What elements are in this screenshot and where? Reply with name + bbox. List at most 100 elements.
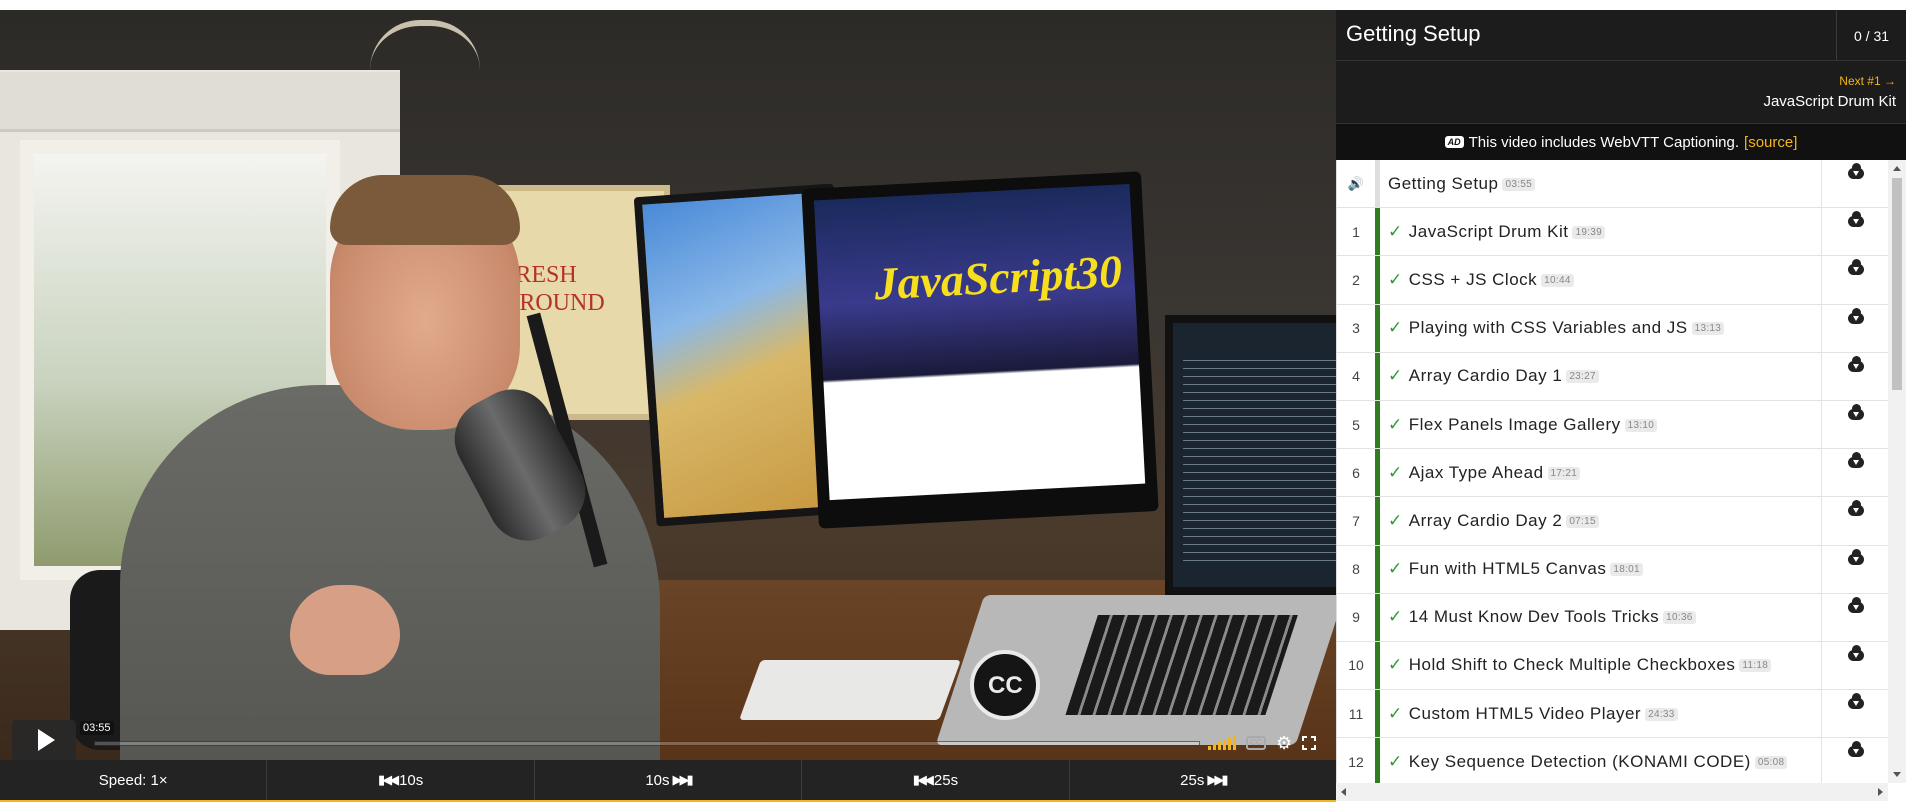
lesson-title-wrap: ✓ Hold Shift to Check Multiple Checkboxes…	[1388, 655, 1772, 675]
download-button[interactable]	[1821, 690, 1888, 738]
lesson-duration: 07:15	[1566, 514, 1599, 528]
lesson-item[interactable]: 3 ✓ Playing with CSS Variables and JS 13:13	[1337, 304, 1888, 353]
download-button[interactable]	[1821, 449, 1888, 497]
volume-icon[interactable]	[1208, 736, 1236, 750]
forward-25s-button[interactable]: 25s ▶▶▮	[1070, 760, 1336, 800]
lesson-item[interactable]: 8 ✓ Fun with HTML5 Canvas 18:01	[1337, 545, 1888, 594]
lesson-status-bar	[1375, 497, 1380, 545]
course-player-page: FRESH GROUND JavaScript30 CC 03:55 CC ⚙ …	[0, 0, 1906, 803]
lesson-duration: 13:13	[1691, 322, 1725, 336]
lesson-status-bar	[1375, 160, 1380, 208]
lesson-duration: 19:39	[1572, 225, 1605, 239]
lesson-duration: 23:27	[1566, 370, 1599, 384]
lesson-title-wrap: ✓ Key Sequence Detection (KONAMI CODE) 05:…	[1388, 752, 1788, 772]
lesson-item[interactable]: 6 ✓ Ajax Type Ahead 17:21	[1337, 449, 1888, 498]
lesson-title-wrap: ✓ JavaScript Drum Kit 19:39	[1388, 222, 1605, 242]
cloud-download-icon	[1847, 355, 1864, 372]
speed-button[interactable]: Speed: 1×	[0, 760, 268, 800]
scroll-up-icon[interactable]	[1893, 166, 1901, 171]
lesson-status-bar	[1375, 304, 1380, 352]
lesson-item[interactable]: 1 ✓ JavaScript Drum Kit 19:39	[1337, 208, 1888, 257]
checkmark-icon: ✓	[1388, 414, 1403, 434]
lesson-title-wrap: ✓ Custom HTML5 Video Player 24:33	[1388, 704, 1678, 724]
lesson-status-bar	[1375, 593, 1380, 641]
download-button[interactable]	[1821, 400, 1888, 449]
lesson-item[interactable]: 5 ✓ Flex Panels Image Gallery 13:10	[1337, 400, 1888, 450]
caption-source-link[interactable]: [source]	[1744, 134, 1797, 151]
video-scene-antlers	[370, 20, 480, 70]
scroll-right-icon[interactable]	[1878, 788, 1883, 796]
lesson-duration: 17:21	[1547, 466, 1581, 480]
download-button[interactable]	[1821, 738, 1888, 783]
lesson-title: Array Cardio Day 2	[1408, 510, 1563, 530]
lesson-number: 9	[1352, 609, 1360, 626]
download-button[interactable]	[1821, 352, 1888, 400]
rewind-10s-button[interactable]: ▮◀◀ 10s	[267, 760, 535, 800]
lesson-duration: 11:18	[1739, 659, 1772, 673]
download-button[interactable]	[1821, 208, 1888, 256]
download-button[interactable]	[1821, 641, 1888, 690]
download-button[interactable]	[1821, 160, 1888, 208]
download-button[interactable]	[1821, 545, 1888, 593]
lesson-status-bar	[1375, 449, 1380, 497]
scroll-down-icon[interactable]	[1893, 772, 1901, 777]
lesson-item[interactable]: 2 ✓ CSS + JS Clock 10:44	[1337, 256, 1888, 305]
lesson-status-bar	[1375, 690, 1380, 738]
lesson-title: Hold Shift to Check Multiple Checkboxes	[1408, 655, 1736, 675]
video-scene-hand	[290, 585, 400, 675]
cloud-download-icon	[1847, 741, 1864, 758]
cloud-download-icon	[1847, 693, 1864, 710]
next-lesson-link[interactable]: Next #1 → JavaScript Drum Kit	[1336, 61, 1906, 124]
download-button[interactable]	[1821, 256, 1888, 304]
video-scene-blind	[0, 72, 400, 132]
download-button[interactable]	[1821, 593, 1888, 641]
download-button[interactable]	[1821, 304, 1888, 352]
scroll-left-icon[interactable]	[1341, 788, 1346, 796]
lesson-status-bar	[1375, 352, 1380, 400]
cloud-download-icon	[1847, 548, 1864, 565]
lesson-title-wrap: ✓ Playing with CSS Variables and JS 13:13	[1388, 318, 1725, 338]
lesson-title-wrap: ✓ Array Cardio Day 2 07:15	[1388, 511, 1599, 531]
gear-icon[interactable]: ⚙	[1276, 734, 1292, 752]
checkmark-icon: ✓	[1388, 655, 1403, 675]
cloud-download-icon	[1847, 211, 1864, 228]
play-button[interactable]	[12, 720, 76, 760]
sidebar-header: Getting Setup 0 / 31	[1336, 10, 1906, 61]
forward-10s-button[interactable]: 10s ▶▶▮	[535, 760, 803, 800]
rewind-25s-button[interactable]: ▮◀◀ 25s	[802, 760, 1070, 800]
player-control-icons: CC ⚙	[1208, 733, 1317, 753]
download-button[interactable]	[1821, 497, 1888, 545]
lesson-item[interactable]: 7 ✓ Array Cardio Day 2 07:15	[1337, 497, 1888, 546]
progress-count: 0 / 31	[1836, 10, 1906, 61]
lesson-title: JavaScript Drum Kit	[1408, 221, 1569, 241]
video-scene-monitor-center: JavaScript30	[801, 171, 1159, 529]
lesson-title: Playing with CSS Variables and JS	[1408, 318, 1688, 338]
lesson-item[interactable]: 11 ✓ Custom HTML5 Video Player 24:33	[1337, 690, 1888, 739]
lesson-title-wrap: ✓ Fun with HTML5 Canvas 18:01	[1388, 559, 1643, 579]
lesson-item[interactable]: 9 ✓ 14 Must Know Dev Tools Tricks 10:36	[1337, 593, 1888, 642]
horizontal-scrollbar[interactable]	[1336, 783, 1888, 801]
lesson-number: 11	[1348, 705, 1364, 722]
scrollbar-thumb[interactable]	[1892, 178, 1902, 390]
lesson-duration: 24:33	[1645, 707, 1678, 721]
lesson-title-wrap: ✓ Array Cardio Day 1 23:27	[1388, 366, 1599, 386]
progress-bar[interactable]	[94, 741, 1200, 746]
vertical-scrollbar[interactable]	[1888, 160, 1906, 783]
checkmark-icon: ✓	[1388, 510, 1403, 530]
lesson-title: CSS + JS Clock	[1408, 269, 1538, 289]
lesson-duration: 03:55	[1502, 177, 1535, 191]
lesson-number: 3	[1352, 320, 1360, 337]
video-player[interactable]: FRESH GROUND JavaScript30 CC 03:55 CC ⚙	[0, 10, 1336, 760]
lesson-status-bar	[1375, 256, 1380, 304]
skip-forward-icon: ▶▶▮	[1207, 772, 1228, 787]
checkmark-icon: ✓	[1388, 366, 1403, 386]
lesson-item[interactable]: 4 ✓ Array Cardio Day 1 23:27	[1337, 352, 1888, 401]
lesson-item[interactable]: 12 ✓ Key Sequence Detection (KONAMI CODE) 0…	[1337, 738, 1888, 783]
lesson-item[interactable]: 10 ✓ Hold Shift to Check Multiple Checkbox…	[1337, 641, 1888, 691]
current-lesson-title: Getting Setup	[1346, 21, 1481, 46]
lesson-status-bar	[1375, 208, 1380, 256]
fullscreen-icon[interactable]	[1302, 736, 1317, 750]
lesson-item-current[interactable]: 🔊 Getting Setup 03:55	[1337, 160, 1888, 209]
closed-captions-icon[interactable]: CC	[1246, 736, 1266, 750]
lesson-status-bar	[1375, 641, 1380, 690]
